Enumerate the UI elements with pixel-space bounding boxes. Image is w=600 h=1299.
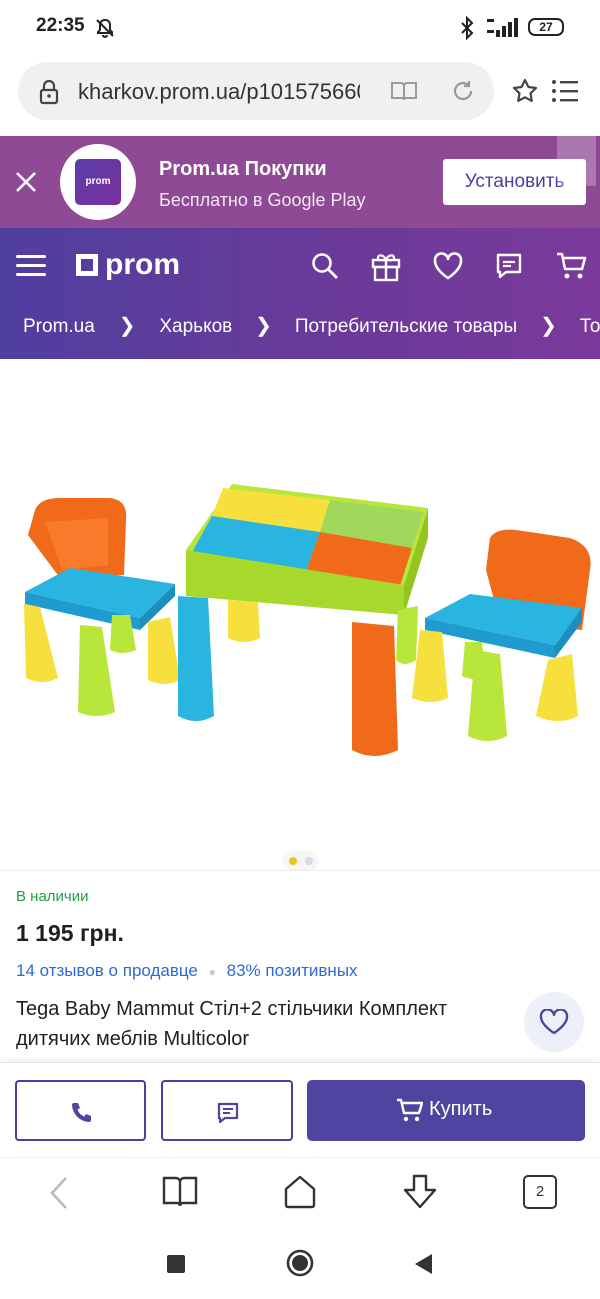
product-title: Tega Baby Mammut Стіл+2 стільчики Компле… (16, 998, 448, 1050)
seller-rating: 14 отзывов о продавце ● 83% позитивных (16, 961, 358, 981)
tabs-count-button[interactable]: 2 (523, 1175, 557, 1209)
cart-icon (397, 1098, 423, 1122)
signal-icon (487, 18, 518, 37)
url-text[interactable]: kharkov.prom.ua/p1015756608 (78, 79, 360, 105)
close-icon[interactable] (15, 171, 37, 193)
message-button[interactable] (161, 1080, 293, 1141)
chevron-right-icon: ❯ (118, 315, 136, 337)
app-install-banner: prom Prom.ua Покупки Бесплатно в Google … (0, 136, 600, 228)
mute-icon (96, 18, 114, 38)
back-icon[interactable] (46, 1176, 72, 1210)
product-image[interactable] (0, 360, 600, 850)
app-logo-text: prom (75, 159, 121, 205)
separator-dot: ● (208, 965, 216, 979)
app-logo: prom (60, 144, 136, 220)
prom-logo-mark (76, 254, 98, 276)
app-banner-subtitle: Бесплатно в Google Play (159, 190, 366, 210)
breadcrumb-item[interactable]: Prom.ua (23, 316, 95, 337)
gift-icon[interactable] (370, 250, 402, 282)
phone-icon (72, 1103, 91, 1122)
call-button[interactable] (15, 1080, 146, 1141)
message-icon (217, 1102, 239, 1124)
reviews-link[interactable]: 14 отзывов о продавце (16, 961, 198, 980)
chevron-right-icon: ❯ (255, 315, 272, 337)
chat-icon[interactable] (495, 252, 523, 280)
reader-icon[interactable] (390, 80, 418, 102)
status-time: 22:35 (36, 15, 85, 36)
action-bar: Купить (0, 1062, 600, 1157)
heart-icon[interactable] (432, 252, 464, 280)
stop-icon[interactable] (167, 1255, 185, 1273)
battery-indicator: 27 (528, 18, 564, 36)
buy-button-label: Купить (429, 1098, 493, 1120)
book-icon[interactable] (162, 1174, 198, 1208)
home-icon[interactable] (282, 1174, 318, 1210)
breadcrumb-item[interactable]: Тов (580, 316, 600, 337)
reload-icon[interactable] (451, 79, 475, 103)
cart-icon[interactable] (555, 250, 587, 282)
divider (0, 870, 600, 871)
download-icon[interactable] (401, 1174, 439, 1210)
hamburger-menu-icon[interactable] (16, 253, 46, 279)
breadcrumb: Prom.ua ❯ Харьков ❯ Потребительские това… (23, 313, 600, 338)
buy-button[interactable]: Купить (307, 1080, 585, 1141)
bluetooth-icon (461, 16, 474, 40)
menu-icon[interactable] (551, 78, 579, 104)
triangle-icon[interactable] (414, 1253, 434, 1275)
address-bar[interactable]: kharkov.prom.ua/p1015756608 (18, 62, 494, 120)
favorite-button[interactable] (524, 992, 584, 1052)
search-icon[interactable] (311, 252, 339, 280)
star-icon[interactable] (511, 77, 539, 105)
site-header: prom Prom.ua ❯ Харьков ❯ Потребительские… (0, 228, 600, 359)
breadcrumb-item[interactable]: Харьков (159, 316, 232, 337)
heart-icon (539, 1009, 569, 1035)
lock-icon (39, 79, 59, 105)
chevron-right-icon: ❯ (540, 315, 557, 337)
status-bar: 22:35 27 (0, 0, 600, 56)
prom-logo-text[interactable]: prom (105, 248, 180, 282)
system-nav-bar (0, 1228, 600, 1299)
pagination-dot[interactable] (305, 857, 313, 865)
browser-toolbar: 2 (0, 1157, 600, 1228)
availability-status: В наличии (16, 888, 89, 905)
app-banner-title: Prom.ua Покупки (159, 158, 327, 180)
image-pagination (283, 851, 319, 871)
pagination-dot-active[interactable] (289, 857, 297, 865)
breadcrumb-item[interactable]: Потребительские товары (295, 316, 517, 337)
positive-link[interactable]: 83% позитивных (227, 961, 358, 980)
scroll-handle[interactable] (557, 136, 596, 186)
product-price: 1 195 грн. (16, 920, 124, 946)
circle-icon[interactable] (286, 1249, 314, 1277)
